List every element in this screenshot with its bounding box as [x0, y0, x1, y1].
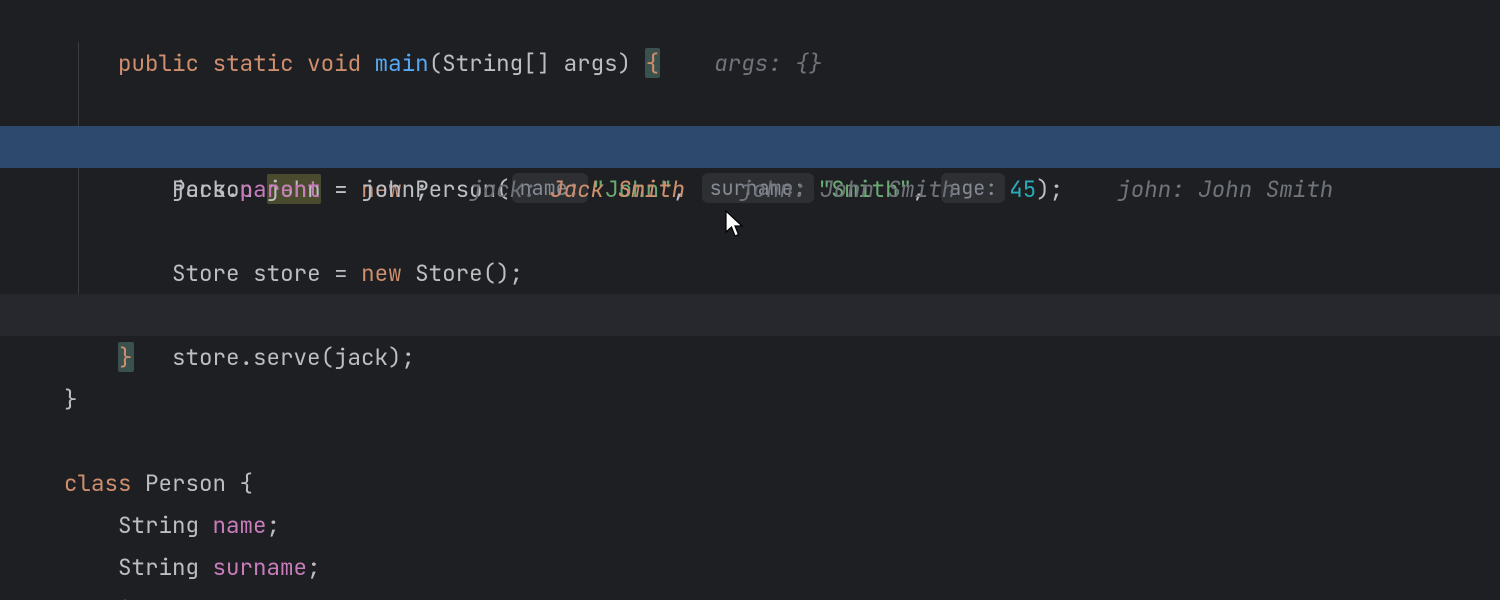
code-line[interactable]: store.serve(jack); — [0, 252, 1500, 294]
code-line[interactable]: jack.addMoney(amount:50); — [0, 210, 1500, 252]
execution-line[interactable]: jack.parent = john; jack: Jack Smith joh… — [0, 126, 1500, 168]
code-line[interactable]: class Person { — [0, 420, 1500, 462]
code-editor[interactable]: public static void main(String[] args) {… — [0, 0, 1500, 600]
code-line[interactable]: Person jack = new Person(name:"Jack", su… — [0, 42, 1500, 84]
blank-line[interactable] — [0, 378, 1500, 420]
code-line[interactable]: public static void main(String[] args) {… — [0, 0, 1500, 42]
code-line[interactable]: String name; — [0, 462, 1500, 504]
semicolon: ; — [213, 594, 227, 600]
type-int: int — [118, 594, 172, 600]
code-line[interactable]: Person john = new Person(name:"John", su… — [0, 84, 1500, 126]
code-line[interactable]: String surname; — [0, 504, 1500, 546]
caret-line[interactable]: } — [0, 294, 1500, 336]
code-line[interactable]: Store store = new Store(); — [0, 168, 1500, 210]
code-line[interactable]: } — [0, 336, 1500, 378]
field-age: age — [172, 594, 213, 600]
code-line[interactable]: int age; — [0, 546, 1500, 588]
